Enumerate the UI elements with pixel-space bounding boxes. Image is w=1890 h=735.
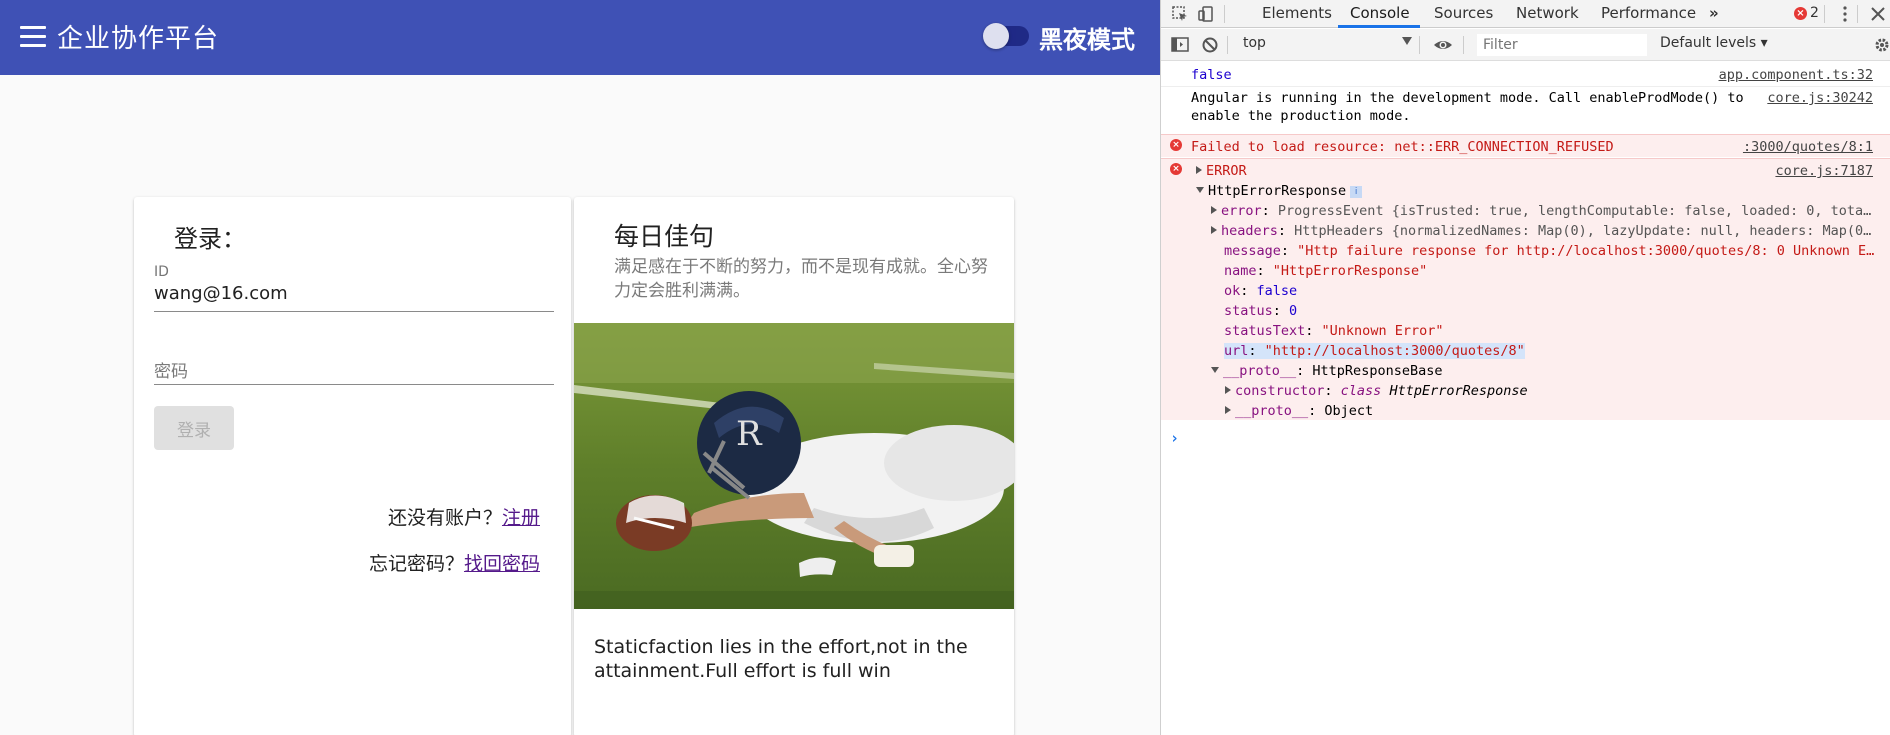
- filter-input[interactable]: [1477, 34, 1647, 56]
- tabbar-separator: [1857, 5, 1858, 23]
- property-name: name: "HttpErrorResponse": [1224, 263, 1428, 279]
- error-icon: ×: [1170, 139, 1182, 151]
- console-error: × ERROR core.js:7187 HttpErrorResponse i …: [1161, 158, 1890, 420]
- no-account-text: 还没有账户？: [387, 507, 502, 529]
- kebab-menu-icon[interactable]: [1836, 5, 1854, 23]
- console-toolbar: top Default levels ▾: [1161, 29, 1890, 61]
- property-proto-object[interactable]: __proto__: Object: [1225, 403, 1373, 419]
- chevron-down-icon: [1402, 37, 1412, 45]
- quote-english: Staticfaction lies in the effort,not in …: [594, 636, 968, 682]
- error-count: 2: [1810, 5, 1819, 21]
- eye-icon[interactable]: [1433, 36, 1453, 54]
- error-icon: ×: [1170, 163, 1182, 175]
- id-field-underline: [154, 311, 554, 312]
- app-title: 企业协作平台: [57, 24, 220, 54]
- id-field[interactable]: wang@16.com: [154, 283, 288, 304]
- property-headers[interactable]: headers: HttpHeaders {normalizedNames: M…: [1211, 223, 1871, 239]
- sidebar-toggle-icon[interactable]: [1171, 36, 1189, 54]
- console-output: false app.component.ts:32 Angular is run…: [1161, 62, 1890, 735]
- toggle-knob: [983, 23, 1009, 49]
- devtools-tabbar: Elements Console Sources Network Perform…: [1161, 0, 1890, 28]
- gear-icon[interactable]: [1873, 36, 1890, 54]
- recover-password-link[interactable]: 找回密码: [464, 553, 540, 575]
- quote-title: 每日佳句: [614, 222, 715, 251]
- quote-image-football-player: R: [574, 323, 1014, 609]
- console-prompt[interactable]: ›: [1170, 429, 1179, 447]
- login-title: 登录：: [174, 225, 246, 253]
- app-toolbar: 企业协作平台 黑夜模式: [0, 0, 1160, 75]
- log-text: false: [1191, 67, 1232, 83]
- property-status: status: 0: [1224, 303, 1298, 319]
- property-message: message: "Http failure response for http…: [1224, 243, 1875, 259]
- login-button[interactable]: 登录: [154, 406, 234, 450]
- menu-icon[interactable]: [20, 26, 46, 48]
- tab-network[interactable]: Network: [1516, 4, 1579, 22]
- dark-mode-label: 黑夜模式: [1039, 26, 1135, 54]
- source-link[interactable]: core.js:30242: [1767, 90, 1873, 106]
- tab-performance[interactable]: Performance: [1601, 4, 1696, 22]
- log-levels-select[interactable]: Default levels ▾: [1660, 35, 1768, 51]
- log-text: Angular is running in the development mo…: [1191, 90, 1744, 106]
- svg-text:R: R: [736, 414, 763, 454]
- login-card: 登录： ID wang@16.com 密码 登录 还没有账户？注册 忘记密码？找…: [134, 197, 571, 735]
- inspect-element-icon[interactable]: [1171, 5, 1189, 23]
- property-statustext: statusText: "Unknown Error": [1224, 323, 1444, 339]
- id-field-label: ID: [154, 264, 169, 280]
- password-field[interactable]: 密码: [154, 357, 188, 382]
- password-field-underline: [154, 384, 554, 385]
- tabbar-separator: [1824, 5, 1825, 23]
- error-label[interactable]: ERROR: [1196, 163, 1247, 179]
- tab-sources[interactable]: Sources: [1434, 4, 1493, 22]
- register-link[interactable]: 注册: [502, 507, 540, 529]
- more-tabs-icon[interactable]: »: [1709, 4, 1719, 22]
- dark-mode-toggle[interactable]: [983, 23, 1029, 49]
- clear-console-icon[interactable]: [1201, 36, 1219, 54]
- quote-chinese: 满足感在于不断的努力，而不是现有成就。全心努力定会胜利满满。: [614, 257, 988, 301]
- active-tab-indicator: [1338, 25, 1420, 28]
- property-error[interactable]: error: ProgressEvent {isTrusted: true, l…: [1211, 203, 1871, 219]
- info-icon: i: [1350, 186, 1363, 198]
- console-error: × Failed to load resource: net::ERR_CONN…: [1161, 134, 1890, 157]
- tab-console[interactable]: Console: [1350, 4, 1410, 22]
- property-url: url: "http://localhost:3000/quotes/8": [1224, 343, 1525, 359]
- register-row: 还没有账户？注册: [388, 503, 540, 530]
- device-toolbar-icon[interactable]: [1197, 5, 1215, 23]
- toolbar-separator: [1463, 36, 1464, 54]
- tab-elements[interactable]: Elements: [1262, 4, 1332, 22]
- source-link[interactable]: core.js:7187: [1775, 163, 1873, 179]
- context-select[interactable]: top: [1243, 35, 1403, 55]
- property-proto[interactable]: __proto__: HttpResponseBase: [1211, 363, 1442, 379]
- tabbar-separator: [1224, 5, 1225, 23]
- error-count-badge[interactable]: × 2: [1794, 5, 1819, 21]
- source-link[interactable]: app.component.ts:32: [1719, 67, 1873, 83]
- quote-card: 每日佳句 满足感在于不断的努力，而不是现有成就。全心努力定会胜利满满。 R St…: [574, 197, 1014, 735]
- object-header[interactable]: HttpErrorResponse i: [1196, 183, 1363, 199]
- toolbar-separator: [1419, 36, 1420, 54]
- forgot-password-text: 忘记密码？: [368, 553, 464, 575]
- property-constructor[interactable]: constructor: class HttpErrorResponse: [1225, 383, 1528, 399]
- log-text: enable the production mode.: [1191, 108, 1411, 124]
- console-message: false app.component.ts:32: [1161, 64, 1890, 84]
- devtools-pane: Elements Console Sources Network Perform…: [1160, 0, 1890, 735]
- property-ok: ok: false: [1224, 283, 1298, 299]
- source-link[interactable]: :3000/quotes/8:1: [1743, 139, 1873, 155]
- app-pane: 企业协作平台 黑夜模式 登录： ID wang@16.com 密码 登录 还没有…: [0, 0, 1160, 735]
- toolbar-separator: [1227, 36, 1228, 54]
- error-text: Failed to load resource: net::ERR_CONNEC…: [1191, 139, 1614, 155]
- close-icon[interactable]: [1869, 5, 1887, 23]
- recover-row: 忘记密码？找回密码: [369, 549, 540, 576]
- console-message: Angular is running in the development mo…: [1161, 86, 1890, 126]
- error-icon: ×: [1794, 6, 1807, 20]
